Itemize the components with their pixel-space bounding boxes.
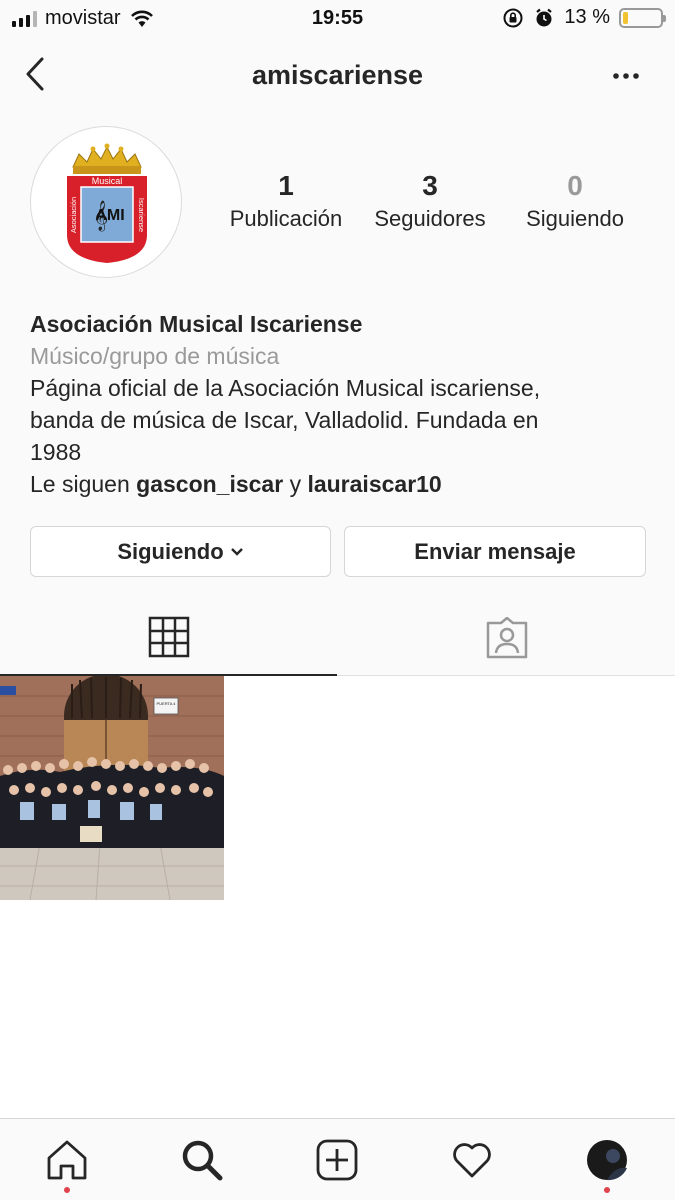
tab-search[interactable] — [179, 1137, 225, 1183]
home-notification-dot — [64, 1187, 70, 1193]
profile-name: Asociación Musical Iscariense — [30, 311, 363, 337]
tab-activity[interactable] — [449, 1137, 495, 1183]
tab-profile[interactable] — [584, 1137, 630, 1183]
followed-by-prefix: Le siguen — [30, 471, 130, 497]
add-icon — [316, 1139, 358, 1181]
alarm-icon — [536, 8, 553, 26]
follower-username[interactable]: lauraiscar10 — [307, 471, 441, 497]
followed-by[interactable]: Le siguen gascon_iscar y lauraiscar10 — [30, 468, 650, 500]
stat-followers[interactable]: 3 Seguidores — [360, 168, 500, 234]
profile-header: amiscariense — [0, 40, 675, 110]
stat-posts-label: Publicación — [229, 206, 343, 231]
profile-stats: 1 Publicación 3 Seguidores 0 Siguiendo — [212, 168, 652, 234]
logo-text-asociacion: Asociación — [69, 197, 78, 233]
chevron-down-icon — [230, 547, 243, 556]
post-thumbnail[interactable]: PUERTA 4 — [0, 676, 224, 900]
stat-posts-count: 1 — [278, 170, 294, 201]
following-button-label: Siguiendo — [117, 538, 224, 564]
send-message-button[interactable]: Enviar mensaje — [344, 526, 646, 577]
home-icon — [47, 1140, 87, 1180]
status-bar: movistar 19:55 13 % — [0, 0, 675, 38]
grid-icon — [148, 616, 189, 658]
profile-bio: Asociación Musical Iscariense Músico/gru… — [30, 308, 650, 500]
send-message-label: Enviar mensaje — [414, 538, 576, 564]
bottom-tab-bar — [0, 1118, 675, 1200]
profile-category: Músico/grupo de música — [30, 343, 280, 369]
stat-followers-count: 3 — [422, 170, 438, 201]
posts-grid: PUERTA 4 — [0, 676, 675, 1119]
group-photo-image: PUERTA 4 — [0, 676, 224, 900]
bio-line: 1988 — [30, 439, 82, 465]
profile-tabs — [0, 600, 675, 676]
following-button[interactable]: Siguiendo — [30, 526, 331, 577]
bio-line: banda de música de Iscar, Valladolid. Fu… — [30, 407, 539, 433]
tab-home[interactable] — [44, 1137, 90, 1183]
heart-icon — [453, 1143, 491, 1178]
logo-text-ami: AMI — [95, 207, 124, 224]
battery-level — [623, 11, 628, 24]
stat-followers-label: Seguidores — [374, 206, 486, 231]
tab-grid[interactable] — [0, 600, 337, 676]
more-options-icon[interactable] — [611, 60, 641, 90]
profile-avatar[interactable]: Musical Asociación Iscariense 𝄞 AMI — [30, 126, 182, 278]
status-bar-right: 13 % — [502, 6, 666, 29]
tab-new-post[interactable] — [314, 1137, 360, 1183]
followed-by-join: y — [289, 471, 302, 497]
stat-following[interactable]: 0 Siguiendo — [500, 168, 650, 234]
profile-notification-dot — [604, 1187, 610, 1193]
battery-icon — [619, 7, 666, 28]
tab-tagged[interactable] — [338, 600, 675, 676]
logo-text-musical: Musical — [92, 176, 123, 186]
follower-username[interactable]: gascon_iscar — [136, 471, 283, 497]
logo-text-iscariense: Iscariense — [137, 198, 146, 232]
tagged-icon — [486, 617, 527, 659]
stat-following-count: 0 — [567, 170, 583, 201]
search-icon — [182, 1140, 223, 1181]
door-sign-text: PUERTA 4 — [157, 701, 177, 706]
profile-avatar-icon — [587, 1140, 627, 1181]
orientation-lock-icon — [503, 8, 523, 27]
page-title: amiscariense — [251, 60, 424, 90]
battery-percent: 13 % — [564, 6, 610, 28]
bio-line: Página oficial de la Asociación Musical … — [30, 375, 541, 401]
stat-following-label: Siguiendo — [526, 206, 624, 231]
stat-posts[interactable]: 1 Publicación — [212, 168, 360, 234]
ami-logo: Musical Asociación Iscariense 𝄞 AMI — [67, 143, 147, 263]
